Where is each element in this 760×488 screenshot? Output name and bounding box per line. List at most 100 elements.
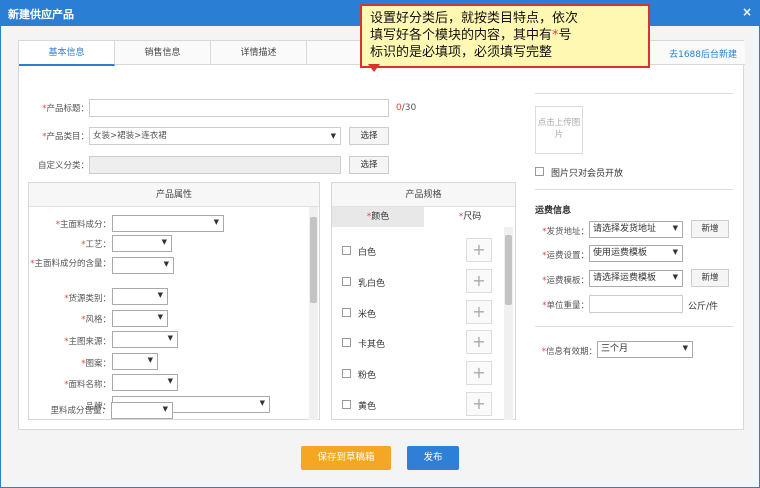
freight-template-select[interactable]: 请选择运费模板 ▼ [589,270,683,287]
attributes-header: 产品属性 [29,183,319,207]
attr-select[interactable]: ▼ [112,331,178,348]
attr-select[interactable]: ▼ [112,215,224,232]
attributes-box: 产品属性 *主面料成分： ▼ *工艺： ▼ *主面料成分的含量： ▼ *货源类别… [28,182,320,420]
publish-button[interactable]: 发布 [407,446,459,470]
specs-box: 产品规格 *颜色 *尺码 白色 + 乳白色 + 米色 + 卡其色 + 粉色 + … [331,182,516,420]
scrollbar-thumb[interactable] [310,217,317,303]
chevron-down-icon: ▼ [157,291,163,299]
dialog-body: 基本信息 销售信息 详情描述 去1688后台新建 *产品标题： 0/30 *产品… [0,26,760,488]
color-label: 粉色 [358,371,377,381]
chevron-down-icon: ▼ [213,218,219,226]
divider [535,189,733,190]
category-select[interactable]: 女装>裙装>连衣裙 ▼ [89,127,341,145]
ship-from-select[interactable]: 请选择发货地址 ▼ [589,221,683,238]
divider [535,326,733,327]
plus-icon[interactable]: + [466,238,492,262]
tab-detail-desc[interactable]: 详情描述 [211,41,307,65]
validity-select[interactable]: 三个月 ▼ [597,341,693,358]
attr-label: *工艺： [81,240,111,250]
annotation-callout: 设置好分类后，就按类目特点，依次 填写好各个模块的内容，其中有*号 标识的是必填… [360,4,650,68]
color-label: 白色 [358,248,377,258]
tab-sales-info[interactable]: 销售信息 [115,41,211,65]
category-label: *产品类目： [42,132,89,142]
category-select-button[interactable]: 选择 [349,127,389,145]
chevron-down-icon: ▼ [167,377,173,385]
spec-tab-size[interactable]: *尺码 [424,207,516,227]
custom-category-label: 自定义分类： [37,161,89,171]
attr-overflow-area: 里料成分含量： ▼ [28,402,308,420]
freight-template-label: *运费模板： [542,276,589,286]
color-checkbox[interactable] [342,338,351,347]
chevron-down-icon: ▼ [161,238,167,246]
plus-icon[interactable]: + [466,392,492,416]
chevron-down-icon: ▼ [672,248,678,256]
ship-from-add-button[interactable]: 新增 [691,220,729,238]
close-icon[interactable]: × [742,5,752,19]
plus-icon[interactable]: + [466,330,492,354]
color-label: 黄色 [358,402,377,412]
specs-header: 产品规格 [332,183,515,207]
upload-image-button[interactable]: 点击上传图片 [535,106,583,154]
go-1688-link[interactable]: 去1688后台新建 [669,47,737,60]
title-input[interactable] [89,99,389,117]
members-only-label: 图片只对会员开放 [551,169,624,179]
color-label: 乳白色 [358,279,386,289]
chevron-down-icon: ▼ [147,356,153,364]
attr-select[interactable]: ▼ [112,310,168,327]
chevron-down-icon: ▼ [162,405,168,413]
callout-line: 标识的是必填项，必须填写完整 [370,45,553,60]
attr-select[interactable]: ▼ [112,235,172,252]
attr-label: *主图来源： [64,337,111,347]
tab-basic-info[interactable]: 基本信息 [19,41,115,66]
form-panel: 基本信息 销售信息 详情描述 去1688后台新建 *产品标题： 0/30 *产品… [18,40,745,430]
freight-setting-label: *运费设置： [542,251,589,261]
spec-tab-color[interactable]: *颜色 [332,207,424,227]
scrollbar-thumb[interactable] [505,235,512,305]
attr-label: *面料名称： [64,380,111,390]
plus-icon[interactable]: + [466,361,492,385]
plus-icon[interactable]: + [466,269,492,293]
attr-select[interactable]: ▼ [112,353,158,370]
attr-label: *风格： [81,315,111,325]
callout-pointer [368,64,380,72]
unit-weight-unit: 公斤/件 [688,302,719,312]
plus-icon[interactable]: + [466,300,492,324]
color-checkbox[interactable] [342,277,351,286]
chevron-down-icon: ▼ [682,344,688,352]
specs-scrollbar[interactable] [504,227,513,420]
title-label: *产品标题： [42,104,89,114]
freight-title: 运费信息 [535,206,572,216]
chevron-down-icon: ▼ [167,334,173,342]
attr-label: *货源类别： [64,294,111,304]
freight-setting-select[interactable]: 使用运费模板 ▼ [589,245,683,262]
attr-label: *主面料成分的含量： [30,259,111,269]
callout-line: 填写好各个模块的内容，其中有*号 [370,28,572,43]
title-counter: 0/30 [396,103,417,113]
color-label: 卡其色 [358,340,386,350]
dialog-title: 新建供应产品 [8,8,74,21]
save-draft-button[interactable]: 保存到草稿箱 [301,446,391,470]
chevron-down-icon: ▼ [163,260,169,268]
color-checkbox[interactable] [342,400,351,409]
attr-label: *主面料成分： [55,220,111,230]
color-checkbox[interactable] [342,308,351,317]
color-checkbox[interactable] [342,246,351,255]
ship-from-label: *发货地址： [542,227,589,237]
unit-weight-input[interactable] [589,295,683,313]
attr-select[interactable]: ▼ [112,257,174,274]
attr-label: 里料成分含量： [50,406,110,416]
callout-line: 设置好分类后，就按类目特点，依次 [370,11,579,26]
chevron-down-icon: ▼ [672,273,678,281]
freight-template-add-button[interactable]: 新增 [691,269,729,287]
attr-select[interactable]: ▼ [111,402,173,419]
attributes-scrollbar[interactable] [309,207,318,420]
members-only-checkbox[interactable] [535,167,544,176]
attr-select[interactable]: ▼ [112,374,178,391]
chevron-down-icon: ▼ [157,313,163,321]
custom-category-select-button[interactable]: 选择 [349,156,389,174]
chevron-down-icon: ▼ [672,224,678,232]
color-label: 米色 [358,310,377,320]
color-checkbox[interactable] [342,369,351,378]
attr-select[interactable]: ▼ [112,288,168,305]
chevron-down-icon: ▼ [330,132,336,140]
